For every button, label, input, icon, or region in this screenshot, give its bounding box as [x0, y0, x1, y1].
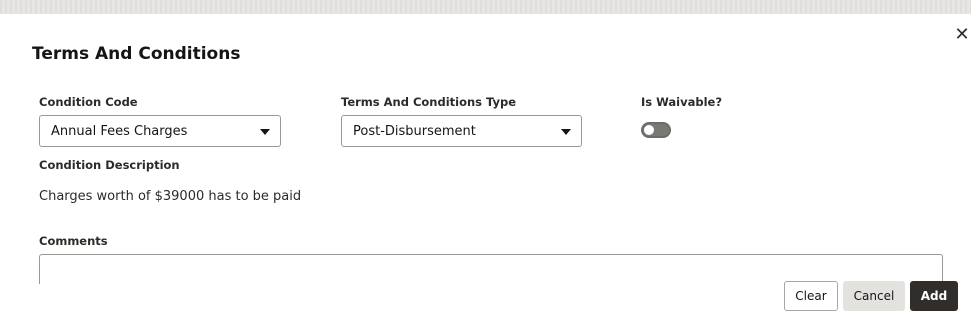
terms-type-value: Post-Disbursement: [353, 124, 476, 139]
chevron-down-icon: [561, 129, 571, 135]
cancel-button[interactable]: Cancel: [843, 281, 905, 311]
is-waivable-label: Is Waivable?: [641, 95, 723, 109]
toggle-knob: [644, 125, 654, 135]
backdrop-strip: [0, 0, 971, 14]
condition-code-value: Annual Fees Charges: [51, 124, 188, 139]
comments-label: Comments: [39, 234, 108, 248]
condition-code-select[interactable]: Annual Fees Charges: [39, 115, 281, 147]
is-waivable-toggle[interactable]: [641, 122, 671, 138]
comments-textarea[interactable]: [39, 254, 943, 284]
condition-description-label: Condition Description: [39, 158, 180, 172]
terms-conditions-dialog: Terms And Conditions ✕ Condition Code An…: [0, 14, 971, 331]
condition-description-value: Charges worth of $39000 has to be paid: [39, 189, 302, 204]
close-icon[interactable]: ✕: [952, 25, 971, 45]
clear-button[interactable]: Clear: [784, 281, 838, 311]
add-button[interactable]: Add: [910, 281, 958, 311]
dialog-title: Terms And Conditions: [32, 44, 241, 64]
terms-type-select[interactable]: Post-Disbursement: [341, 115, 582, 147]
terms-type-label: Terms And Conditions Type: [341, 95, 517, 109]
condition-code-label: Condition Code: [39, 95, 138, 109]
chevron-down-icon: [260, 129, 270, 135]
